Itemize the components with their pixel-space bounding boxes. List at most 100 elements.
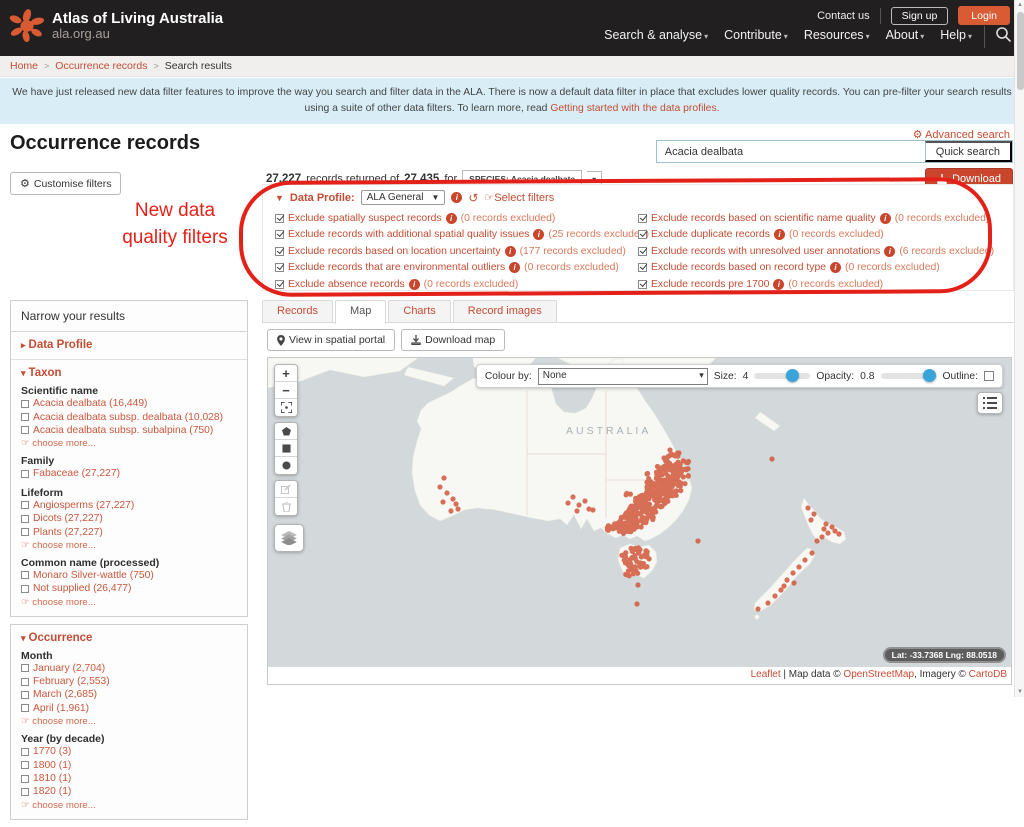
occurrence-dot[interactable] [659, 489, 664, 494]
occurrence-dot[interactable] [772, 593, 777, 598]
nav-item-contribute[interactable]: Contribute▾ [724, 28, 788, 42]
occurrence-dot[interactable] [644, 480, 649, 485]
occurrence-dot[interactable] [809, 550, 814, 555]
occurrence-dot[interactable] [634, 601, 639, 606]
facet-checkbox[interactable] [21, 426, 29, 434]
occurrence-dot[interactable] [655, 464, 660, 469]
map-container[interactable]: AUSTRALIA + − [267, 357, 1012, 685]
occurrence-dot[interactable] [678, 488, 683, 493]
occurrence-dot[interactable] [805, 505, 810, 510]
occurrence-dot[interactable] [686, 474, 691, 479]
facet-item[interactable]: January (2,704) [21, 662, 237, 675]
occurrence-dot[interactable] [647, 556, 652, 561]
select-filters-link[interactable]: ☞Select filters [484, 191, 554, 204]
occurrence-dot[interactable] [684, 467, 689, 472]
search-input[interactable] [657, 141, 925, 162]
scrollbar-thumb[interactable] [1017, 12, 1024, 90]
occurrence-dot[interactable] [627, 573, 632, 578]
filter-checkbox[interactable] [638, 230, 647, 239]
facet-checkbox[interactable] [21, 400, 29, 408]
occurrence-dot[interactable] [665, 499, 670, 504]
occurrence-dot[interactable] [665, 464, 670, 469]
occurrence-dot[interactable] [576, 502, 581, 507]
filter-checkbox[interactable] [638, 247, 647, 256]
size-slider-knob[interactable] [786, 369, 799, 382]
facet-item[interactable]: April (1,961) [21, 702, 237, 715]
colour-by-select[interactable]: None [538, 368, 708, 385]
facet-section-header[interactable]: ▾Occurrence [21, 632, 237, 644]
occurrence-dot[interactable] [663, 458, 668, 463]
occurrence-dot[interactable] [574, 508, 579, 513]
occurrence-dot[interactable] [440, 499, 445, 504]
facet-item[interactable]: 1770 (3) [21, 745, 237, 758]
facet-item[interactable]: March (2,685) [21, 688, 237, 701]
nav-item-resources[interactable]: Resources▾ [804, 28, 870, 42]
occurrence-dot[interactable] [634, 559, 639, 564]
quick-search-button[interactable]: Quick search [925, 141, 1012, 162]
occurrence-dot[interactable] [836, 531, 841, 536]
occurrence-dot[interactable] [633, 496, 638, 501]
opacity-slider-knob[interactable] [923, 369, 936, 382]
zoom-in-button[interactable]: + [275, 365, 297, 382]
breadcrumb-home[interactable]: Home [10, 60, 38, 72]
occurrence-dot[interactable] [631, 509, 636, 514]
info-icon[interactable]: i [533, 229, 544, 240]
notice-link[interactable]: Getting started with the data profiles. [550, 103, 719, 114]
occurrence-dot[interactable] [821, 526, 826, 531]
occurrence-dot[interactable] [637, 547, 642, 552]
info-icon[interactable]: i [884, 246, 895, 257]
occurrence-dot[interactable] [645, 487, 650, 492]
occurrence-dot[interactable] [784, 577, 789, 582]
facet-section-header[interactable]: ▾Taxon [21, 367, 237, 379]
occurrence-dot[interactable] [769, 456, 774, 461]
occurrence-dot[interactable] [674, 453, 679, 458]
facet-item[interactable]: Angiosperms (27,227) [21, 499, 237, 512]
facet-checkbox[interactable] [21, 501, 29, 509]
collapse-caret-icon[interactable]: ▼ [275, 193, 284, 203]
filter-checkbox[interactable] [275, 247, 284, 256]
facet-item[interactable]: Plants (27,227) [21, 525, 237, 538]
occurrence-dot[interactable] [640, 509, 645, 514]
facet-item[interactable]: Acacia dealbata subsp. dealbata (10,028) [21, 410, 237, 423]
filter-checkbox[interactable] [638, 280, 647, 289]
occurrence-dot[interactable] [811, 511, 816, 516]
occurrence-dot[interactable] [655, 501, 660, 506]
occurrence-dot[interactable] [814, 538, 819, 543]
filter-checkbox[interactable] [275, 214, 284, 223]
facet-item[interactable]: February (2,553) [21, 675, 237, 688]
facet-checkbox[interactable] [21, 413, 29, 421]
filter-checkbox[interactable] [638, 263, 647, 272]
facet-checkbox[interactable] [21, 585, 29, 593]
data-profile-title[interactable]: Data Profile: [290, 192, 355, 204]
facet-item[interactable]: 1820 (1) [21, 785, 237, 798]
filter-checkbox[interactable] [275, 280, 284, 289]
occurrence-dot[interactable] [450, 496, 455, 501]
info-icon[interactable]: i [409, 279, 420, 290]
occurrence-dot[interactable] [453, 501, 458, 506]
reset-icon[interactable]: ↺ [468, 191, 478, 205]
occurrence-dot[interactable] [570, 494, 575, 499]
occurrence-dot[interactable] [823, 521, 828, 526]
occurrence-dot[interactable] [819, 534, 824, 539]
facet-checkbox[interactable] [21, 775, 29, 783]
facet-checkbox[interactable] [21, 571, 29, 579]
scroll-down-arrow[interactable]: ▼ [1016, 689, 1024, 695]
facet-item[interactable]: Monaro Silver-wattle (750) [21, 569, 237, 582]
occurrence-dot[interactable] [616, 525, 621, 530]
nav-item-help[interactable]: Help▾ [940, 28, 972, 42]
occurrence-dot[interactable] [676, 470, 681, 475]
occurrence-dot[interactable] [802, 557, 807, 562]
occurrence-dot[interactable] [609, 524, 614, 529]
choose-more-link[interactable]: ☞ choose more... [21, 540, 237, 551]
download-map-button[interactable]: Download map [401, 329, 505, 351]
info-icon[interactable]: i [451, 192, 462, 203]
size-slider[interactable] [754, 373, 810, 379]
profile-select[interactable]: ALA General▼ [361, 190, 446, 205]
ala-logo[interactable]: Atlas of Living Australia ala.org.au [8, 7, 223, 45]
occurrence-dot[interactable] [808, 517, 813, 522]
facet-checkbox[interactable] [21, 788, 29, 796]
info-icon[interactable]: i [774, 229, 785, 240]
info-icon[interactable]: i [830, 262, 841, 273]
zoom-out-button[interactable]: − [275, 382, 297, 399]
facet-section-header[interactable]: ▸Data Profile [21, 339, 237, 351]
